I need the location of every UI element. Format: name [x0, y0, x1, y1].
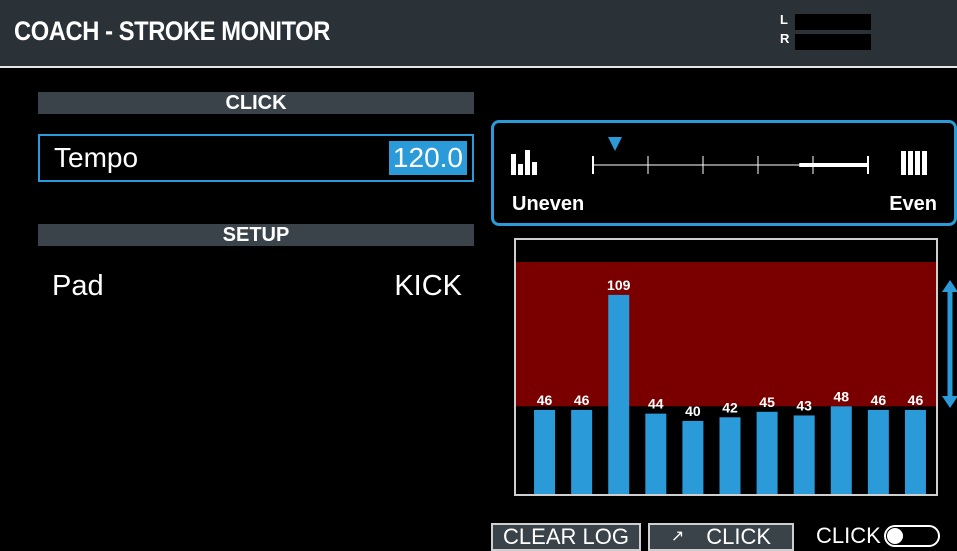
toggle-knob	[887, 528, 903, 544]
tempo-value[interactable]: 120.0	[388, 141, 467, 175]
page-title: COACH - STROKE MONITOR	[14, 16, 330, 46]
velocity-chart: 46 46 109 44 40 42 45 43 48 46 46	[516, 262, 936, 494]
velocity-value-label: 42	[722, 399, 738, 415]
click-section-header: CLICK	[38, 92, 474, 114]
velocity-value-label: 48	[833, 388, 849, 404]
velocity-value-label: 44	[648, 396, 664, 412]
evenness-indicator[interactable]: Uneven Even	[491, 120, 957, 226]
velocity-value-label: 45	[759, 394, 775, 410]
velocity-bar	[682, 420, 704, 494]
click-button-label: CLICK	[706, 524, 772, 549]
clear-log-button[interactable]: CLEAR LOG	[491, 523, 641, 551]
velocity-value-label: 46	[537, 392, 553, 408]
even-label: Even	[889, 193, 937, 215]
velocity-bar	[534, 409, 556, 494]
evenness-track	[592, 137, 869, 174]
velocity-bar	[756, 411, 778, 494]
target-velocity-band	[516, 262, 936, 407]
velocity-value-label: 46	[574, 392, 590, 408]
target-range-handle[interactable]	[940, 280, 957, 408]
velocity-bar	[867, 409, 889, 494]
click-settings-button[interactable]: ↗︎ CLICK	[648, 523, 794, 551]
tempo-label: Tempo	[54, 142, 139, 173]
click-toggle[interactable]	[884, 525, 940, 547]
velocity-graph: 46 46 109 44 40 42 45 43 48 46 46	[514, 238, 938, 496]
header-bar: COACH - STROKE MONITOR L R	[0, 0, 957, 68]
velocity-bar	[645, 413, 667, 494]
uneven-label: Uneven	[512, 193, 585, 215]
pad-label: Pad	[52, 270, 104, 302]
meter-left-label: L	[780, 12, 788, 27]
external-link-icon: ↗︎	[670, 528, 685, 545]
velocity-value-label: 46	[871, 392, 887, 408]
evenness-marker	[608, 137, 622, 151]
velocity-value-label: 109	[607, 277, 631, 293]
velocity-bar	[571, 409, 593, 494]
clear-log-label: CLEAR LOG	[503, 524, 629, 549]
tempo-row[interactable]: Tempo 120.0	[38, 134, 474, 182]
setup-section-header: SETUP	[38, 224, 474, 246]
velocity-bar	[793, 415, 815, 494]
velocity-bar	[904, 409, 926, 494]
velocity-bar	[830, 406, 852, 494]
meter-right-label: R	[780, 31, 790, 46]
even-bars-icon	[901, 151, 927, 175]
velocity-bar	[608, 294, 630, 494]
velocity-value-label: 43	[796, 397, 812, 413]
level-meter-right	[795, 34, 871, 50]
velocity-bar	[719, 417, 741, 494]
click-toggle-label: CLICK	[816, 523, 881, 548]
velocity-value-label: 40	[685, 403, 701, 419]
pad-value[interactable]: KICK	[394, 270, 462, 303]
level-meter-left	[795, 14, 871, 30]
uneven-bars-icon	[511, 150, 537, 175]
velocity-value-label: 46	[908, 392, 924, 408]
